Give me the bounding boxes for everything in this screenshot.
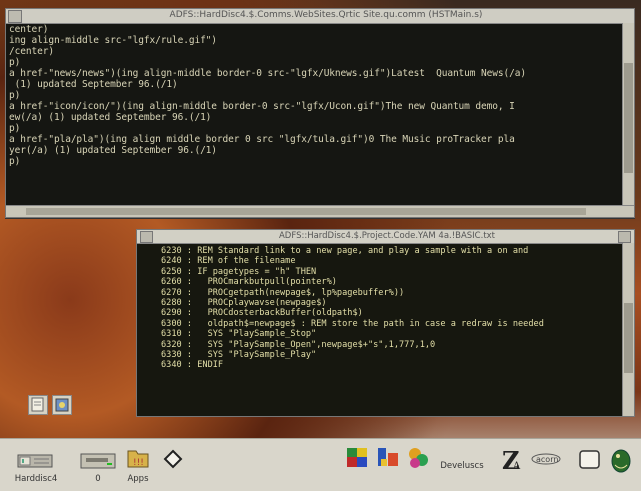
line-number: 6250	[161, 266, 182, 277]
line-number: 6330	[161, 349, 182, 360]
line-number: 6340	[161, 360, 182, 371]
basic-line: 6320 : SYS "PlaySample_Open",newpage$+"s…	[161, 340, 619, 350]
line-number: 6270	[161, 287, 182, 298]
basic-line: 6250 : IF pagetypes = "h" THEN	[161, 267, 619, 277]
code-line: /center)	[9, 46, 54, 57]
code-line: a href-"icon/icon/")(ing align-middle bo…	[9, 101, 515, 112]
apps-icon[interactable]: !!!	[124, 445, 152, 473]
pinboard-app-icon[interactable]	[52, 395, 72, 415]
line-number: 6300	[161, 318, 182, 329]
code-line: p)	[9, 156, 21, 167]
close-button[interactable]	[8, 10, 22, 23]
basic-code: : PROCplaywavse(newpage$)	[181, 297, 327, 308]
line-number: 6260	[161, 277, 182, 288]
horizontal-scrollbar[interactable]	[6, 205, 634, 217]
vertical-scrollbar[interactable]	[622, 243, 634, 416]
basic-line: 6310 : SYS "PlaySample_Stop"	[161, 329, 619, 339]
basic-code: : REM Standard link to a new page, and p…	[181, 246, 529, 256]
code-line: a href-"pla/pla")(ing align middle borde…	[9, 134, 515, 145]
iconbar-label: 0	[95, 474, 101, 484]
basic-line: 6280 : PROCplaywavse(newpage$)	[161, 298, 619, 308]
window-title: ADFS::HardDisc4.$.Project.Code.YAM 4a.!B…	[278, 231, 496, 241]
iconbar-label: Develuscs	[440, 461, 484, 471]
basic-source-text[interactable]: 6230 : REM Standard link to a new page, …	[161, 246, 619, 416]
palette-icon[interactable]	[345, 445, 371, 471]
scrollbar-thumb[interactable]	[26, 208, 586, 215]
harddisc-icon[interactable]	[16, 449, 56, 471]
code-line: center)	[9, 24, 49, 35]
scrollbar-thumb[interactable]	[624, 303, 633, 373]
window-titlebar[interactable]: ADFS::HardDisc4.$.Project.Code.YAM 4a.!B…	[137, 230, 634, 244]
window-titlebar[interactable]: ADFS::HardDisc4.$.Comms.WebSites.Qrtic S…	[6, 9, 634, 24]
basic-code: : SYS "PlaySample_Stop"	[181, 329, 317, 340]
basic-code: : PROCmarkbutpull(pointer%)	[181, 277, 337, 288]
iconbar-label: Harddisc4	[14, 474, 58, 484]
develuscs-icon[interactable]	[406, 445, 432, 471]
line-number: 6320	[161, 339, 182, 350]
desktop-pinboard-icons	[28, 395, 96, 417]
line-number: 6310	[161, 329, 182, 340]
display-icon[interactable]	[375, 445, 403, 471]
code-line: a href-"news/news")(ing align-middle bor…	[9, 68, 526, 79]
basic-code: : SYS "PlaySample_Play"	[181, 349, 317, 360]
code-line: p)	[9, 90, 21, 101]
floppy-drive-icon[interactable]	[80, 451, 116, 471]
line-number: 6240	[161, 256, 182, 267]
basic-code: : oldpath$=newpage$ : REM store the path…	[181, 318, 544, 329]
basic-line: 6260 : PROCmarkbutpull(pointer%)	[161, 277, 619, 287]
html-source-text[interactable]: center) ing align-middle src-"lgfx/rule.g…	[9, 24, 621, 209]
code-line: (1) updated September 96.(/1)	[9, 79, 178, 90]
icon-bar: Harddisc4 0 !!! Apps Develuscs Z A acorn	[0, 438, 641, 491]
window-title: ADFS::HardDisc4.$.Comms.WebSites.Qrtic S…	[169, 10, 483, 20]
svg-text:A: A	[512, 461, 521, 472]
basic-line: 6270 : PROCgetpath(newpage$, lp%pagebuff…	[161, 288, 619, 298]
diamond-icon[interactable]	[163, 449, 183, 469]
pinboard-file-icon[interactable]	[28, 395, 48, 415]
basic-line: 6300 : oldpath$=newpage$ : REM store the…	[161, 319, 619, 329]
basic-line: 6340 : ENDIF	[161, 360, 619, 370]
html-source-window[interactable]: ADFS::HardDisc4.$.Comms.WebSites.Qrtic S…	[5, 8, 635, 218]
file-icon	[31, 397, 44, 412]
code-line: ew(/a) (1) updated September 96.(/1)	[9, 112, 212, 123]
basic-line: 6290 : PROCdosterbackBuffer(oldpath$)	[161, 308, 619, 318]
acorn-icon[interactable]: acorn	[528, 449, 564, 469]
task-manager-icon[interactable]	[578, 449, 602, 471]
toggle-size-button[interactable]	[618, 231, 631, 243]
basic-line: 6240 : REM of the filename	[161, 256, 619, 266]
basic-code: : SYS "PlaySample_Open",newpage$+"s",1,7…	[181, 339, 436, 350]
svg-text:acorn: acorn	[536, 455, 558, 464]
font-manager-icon[interactable]: Z A	[500, 445, 522, 475]
basic-listing-window[interactable]: ADFS::HardDisc4.$.Project.Code.YAM 4a.!B…	[136, 229, 635, 417]
code-line: p)	[9, 123, 21, 134]
code-line: ing align-middle src-"lgfx/rule.gif")	[9, 35, 217, 46]
svg-text:!!!: !!!	[133, 458, 144, 468]
line-number: 6290	[161, 308, 182, 319]
basic-code: : IF pagetypes = "h" THEN	[181, 266, 317, 277]
code-line: yer(/a) (1) updated September 96.(/1)	[9, 145, 217, 156]
basic-line: 6330 : SYS "PlaySample_Play"	[161, 350, 619, 360]
app-icon	[55, 398, 69, 412]
vertical-scrollbar[interactable]	[622, 23, 634, 205]
fish-icon[interactable]	[607, 445, 635, 475]
basic-code: : ENDIF	[181, 360, 224, 371]
line-number: 6280	[161, 297, 182, 308]
basic-code: : PROCdosterbackBuffer(oldpath$)	[181, 308, 363, 319]
code-line: p)	[9, 57, 21, 68]
iconbar-label: Apps	[127, 474, 149, 484]
close-button[interactable]	[140, 231, 153, 243]
basic-code: : PROCgetpath(newpage$, lp%pagebuffer%))	[181, 287, 405, 298]
scrollbar-thumb[interactable]	[624, 63, 633, 173]
basic-line: 6230 : REM Standard link to a new page, …	[161, 246, 619, 256]
basic-code: : REM of the filename	[181, 256, 296, 267]
line-number: 6230	[161, 246, 182, 256]
